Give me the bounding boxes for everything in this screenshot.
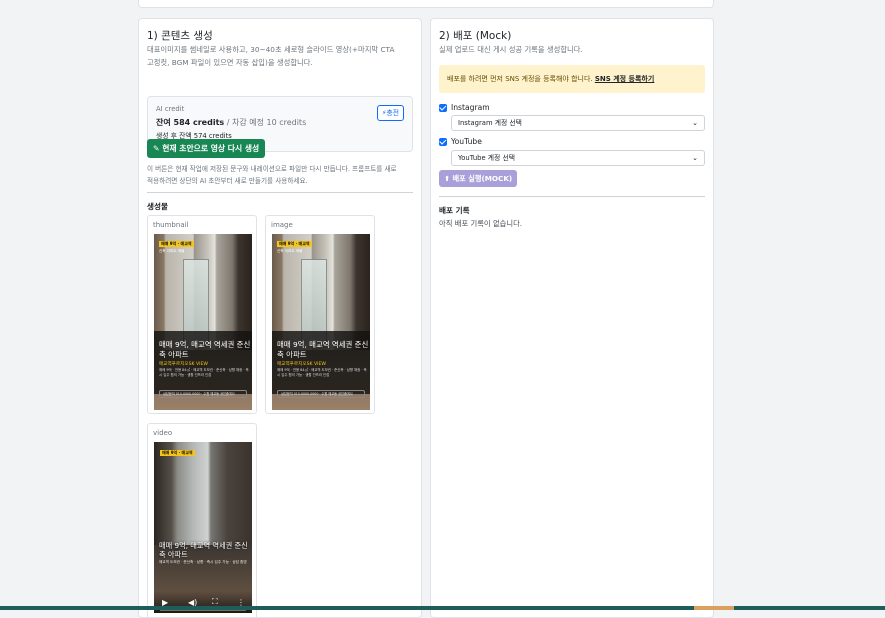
deploy-button[interactable]: ⬆ 배포 실행(MOCK) [439, 170, 518, 187]
image-contact-bar: 상담문의 010-0000-0000 · 수원 매교동 공인중개사 [277, 390, 365, 398]
youtube-label: YouTube [451, 137, 482, 146]
price-badge: 매매 9억 · 매교역 [160, 450, 195, 456]
price-badge: 매매 9억 · 매교역 [277, 241, 312, 247]
deploy-button-label: 배포 실행(MOCK) [452, 174, 513, 183]
thumb-tag: 매교역푸르지오SK VIEW [159, 362, 208, 367]
panel-title: 2) 배포 (Mock) [439, 30, 512, 42]
image-meta: 매매 9억 · 전용 84㎡ · 매교역 도보권 · 준신축 · 남향 채광 ·… [277, 368, 367, 377]
badge-subtitle: 신축 아파트 매물 [159, 249, 185, 253]
previous-card [138, 0, 714, 8]
instagram-account-select[interactable]: Instagram 계정 선택 ⌄ [451, 115, 705, 131]
regenerate-video-button[interactable]: ✎ 현재 초안으로 영상 다시 생성 [147, 139, 266, 158]
instagram-checkbox-row[interactable]: Instagram [439, 103, 490, 112]
instagram-checkbox[interactable] [439, 103, 447, 112]
image-tag: 매교역푸르지오SK VIEW [277, 362, 326, 367]
divider [439, 196, 705, 197]
history-empty-text: 아직 배포 기록이 없습니다. [439, 219, 523, 228]
thumb-meta: 매매 9억 · 전용 84㎡ · 매교역 도보권 · 준신축 · 남향 채광 ·… [159, 368, 249, 377]
chevron-down-icon: ⌄ [692, 154, 698, 162]
asset-label: image [271, 221, 293, 229]
history-title: 배포 기록 [439, 206, 470, 215]
asset-label: thumbnail [153, 221, 189, 229]
select-value: Instagram 계정 선택 [458, 119, 522, 127]
register-sns-link[interactable]: SNS 계정 등록하기 [595, 75, 654, 83]
select-value: YouTube 계정 선택 [458, 154, 515, 162]
divider [147, 192, 413, 193]
credit-label: AI credit [156, 105, 185, 113]
panel-title: 1) 콘텐츠 생성 [147, 30, 213, 42]
warning-text: 배포를 하려면 먼저 SNS 계정을 등록해야 합니다. [447, 75, 595, 83]
bottom-bar-accent [694, 606, 734, 610]
note-line: 적용하려면 상단의 AI 초안부터 새로 만들기를 사용하세요. [147, 177, 308, 185]
credit-remaining: 잔여 584 credits [156, 118, 225, 127]
video-player[interactable]: 매매 9억 · 매교역 매매 9억, 매교역 역세권 준신축 아파트 매교역 도… [154, 442, 252, 613]
image-headline: 매매 9억, 매교역 역세권 준신축 아파트 [277, 340, 369, 359]
description-line: 고정컷, BGM 파일이 있으면 자동 삽입)을 생성합니다. [147, 58, 313, 67]
video-meta: 매교역 도보권 · 준신축 · 남향 · 즉시 입주 가능 · 상담 환영 [159, 560, 247, 564]
credit-summary: 잔여 584 credits / 차감 예정 10 credits [156, 117, 306, 128]
content-generation-panel: 1) 콘텐츠 생성 대표이미지를 썸네일로 사용하고, 30~40초 세로형 슬… [138, 18, 422, 618]
charge-button[interactable]: ⚡충전 [376, 105, 404, 121]
image-preview: 매매 9억 · 매교역 신축 아파트 매물 매매 9억, 매교역 역세권 준신축… [272, 234, 370, 410]
thumb-headline: 매매 9억, 매교역 역세권 준신축 아파트 [159, 340, 251, 359]
video-asset: video 매매 9억 · 매교역 매매 9억, 매교역 역세권 준신축 아파트… [147, 423, 257, 617]
sns-warning-alert: 배포를 하려면 먼저 SNS 계정을 등록해야 합니다. SNS 계정 등록하기 [439, 65, 705, 93]
youtube-account-select[interactable]: YouTube 계정 선택 ⌄ [451, 150, 705, 166]
image-asset[interactable]: image 매매 9억 · 매교역 신축 아파트 매물 매매 9억, 매교역 역… [265, 215, 375, 414]
panel-description: 대표이미지를 썸네일로 사용하고, 30~40초 세로형 슬라이드 영상(+마지… [147, 43, 394, 69]
youtube-checkbox-row[interactable]: YouTube [439, 137, 482, 146]
thumb-contact-bar: 상담문의 010-0000-0000 · 수원 매교동 공인중개사 [159, 390, 247, 398]
credit-expected: / 차감 예정 10 credits [224, 118, 307, 127]
note-line: 이 버튼은 현재 작업에 저장된 문구와 내레이션으로 파일만 다시 만듭니다.… [147, 165, 397, 173]
instagram-label: Instagram [451, 103, 490, 112]
thumbnail-image: 매매 9억 · 매교역 신축 아파트 매물 매매 9억, 매교역 역세권 준신축… [154, 234, 252, 410]
bottom-bar [0, 606, 885, 610]
thumbnail-asset[interactable]: thumbnail 매매 9억 · 매교역 신축 아파트 매물 매매 9억, 매… [147, 215, 257, 414]
outputs-title: 생성물 [147, 202, 168, 211]
deploy-panel: 2) 배포 (Mock) 실제 업로드 대신 게시 성공 기록을 생성합니다. … [430, 18, 714, 618]
price-badge: 매매 9억 · 매교역 [159, 241, 194, 247]
panel-description: 실제 업로드 대신 게시 성공 기록을 생성합니다. [439, 45, 583, 54]
upload-icon: ⬆ [444, 174, 451, 183]
video-headline: 매매 9억, 매교역 역세권 준신축 아파트 [159, 541, 248, 559]
badge-subtitle: 신축 아파트 매물 [277, 249, 303, 253]
asset-label: video [153, 429, 173, 437]
youtube-checkbox[interactable] [439, 137, 447, 146]
regenerate-note: 이 버튼은 현재 작업에 저장된 문구와 내레이션으로 파일만 다시 만듭니다.… [147, 163, 415, 187]
description-line: 대표이미지를 썸네일로 사용하고, 30~40초 세로형 슬라이드 영상(+마지… [147, 45, 395, 54]
chevron-down-icon: ⌄ [692, 119, 698, 127]
